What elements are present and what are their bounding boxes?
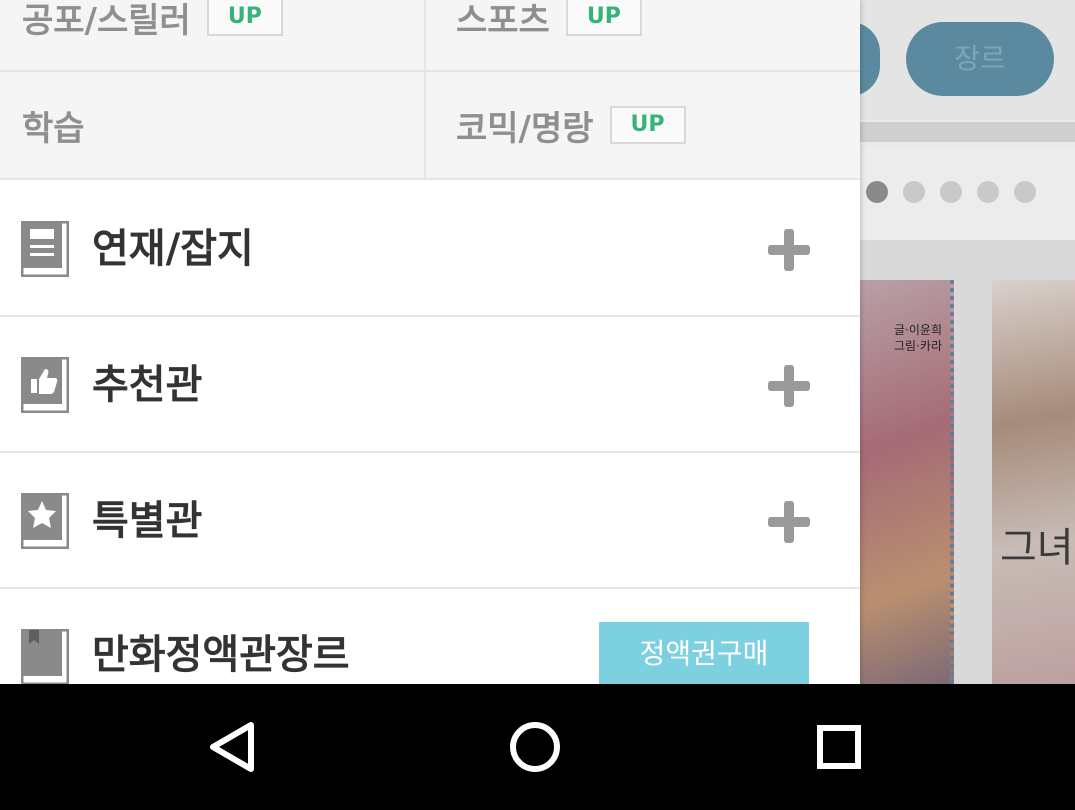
plus-icon[interactable] (768, 501, 810, 543)
up-badge: UP (609, 106, 686, 144)
genre-grid: 공포/스릴러 UP 스포츠 UP 학습 코믹/명랑 UP (0, 0, 860, 180)
menu-item-label: 추천관 (92, 362, 203, 408)
cover-credit-artist: 그림·카라 (894, 339, 942, 353)
menu-item-label: 연재/잡지 (92, 226, 254, 272)
menu-item-label: 만화정액관장르 (92, 632, 350, 678)
bookmark-icon (21, 629, 69, 684)
genre-label: 스포츠 (456, 0, 550, 41)
plus-icon[interactable] (768, 229, 810, 271)
back-triangle-icon (210, 722, 254, 772)
up-badge: UP (565, 0, 642, 36)
magazine-icon (21, 221, 69, 277)
menu-item-label: 특별관 (92, 498, 203, 544)
plus-icon[interactable] (768, 365, 810, 407)
menu-item-subscription-genre[interactable]: 만화정액관장르 정액권구매 (0, 589, 860, 684)
menu-item-special[interactable]: 특별관 (0, 453, 860, 589)
page-dot (940, 181, 962, 203)
background-genre-button: 장르 (906, 22, 1054, 96)
genre-item-comic[interactable]: 코믹/명랑 UP (428, 72, 860, 178)
genre-row: 공포/스릴러 UP 스포츠 UP (0, 0, 860, 72)
buy-subscription-button[interactable]: 정액권구매 (599, 622, 809, 684)
page-dot (1014, 181, 1036, 203)
cover-title-text: 그녀 (1000, 525, 1074, 571)
page-dot (903, 181, 925, 203)
page-dot (866, 181, 888, 203)
comic-cover-card (992, 280, 1075, 684)
page-dot (977, 181, 999, 203)
background-app: 장르 글·이윤희 그림·카라 그녀 (860, 0, 1075, 684)
recents-square-icon (817, 725, 861, 769)
comic-cover-card: 글·이윤희 그림·카라 (860, 280, 954, 684)
genre-label: 학습 (22, 108, 85, 149)
system-navigation-bar (0, 684, 1075, 810)
menu-item-recommended[interactable]: 추천관 (0, 317, 860, 453)
genre-item-study[interactable]: 학습 (0, 72, 426, 178)
star-icon (21, 493, 69, 549)
thumbs-up-icon (21, 357, 69, 413)
genre-item-sports[interactable]: 스포츠 UP (428, 0, 860, 70)
navigation-drawer: 공포/스릴러 UP 스포츠 UP 학습 코믹/명랑 UP 연재/잡지 추천관 특… (0, 0, 860, 684)
back-button[interactable] (190, 705, 274, 789)
recents-button[interactable] (797, 705, 881, 789)
background-pager (860, 146, 1075, 240)
up-badge: UP (206, 0, 283, 36)
menu-item-serial-magazine[interactable]: 연재/잡지 (0, 181, 860, 317)
home-button[interactable] (493, 705, 577, 789)
home-circle-icon (510, 722, 560, 772)
genre-label: 코믹/명랑 (456, 108, 594, 149)
genre-row: 학습 코믹/명랑 UP (0, 72, 860, 180)
cover-credit-writer: 글·이윤희 (894, 323, 942, 337)
genre-item-horror-thriller[interactable]: 공포/스릴러 UP (0, 0, 426, 70)
background-divider (860, 122, 1075, 142)
genre-label: 공포/스릴러 (22, 0, 191, 41)
